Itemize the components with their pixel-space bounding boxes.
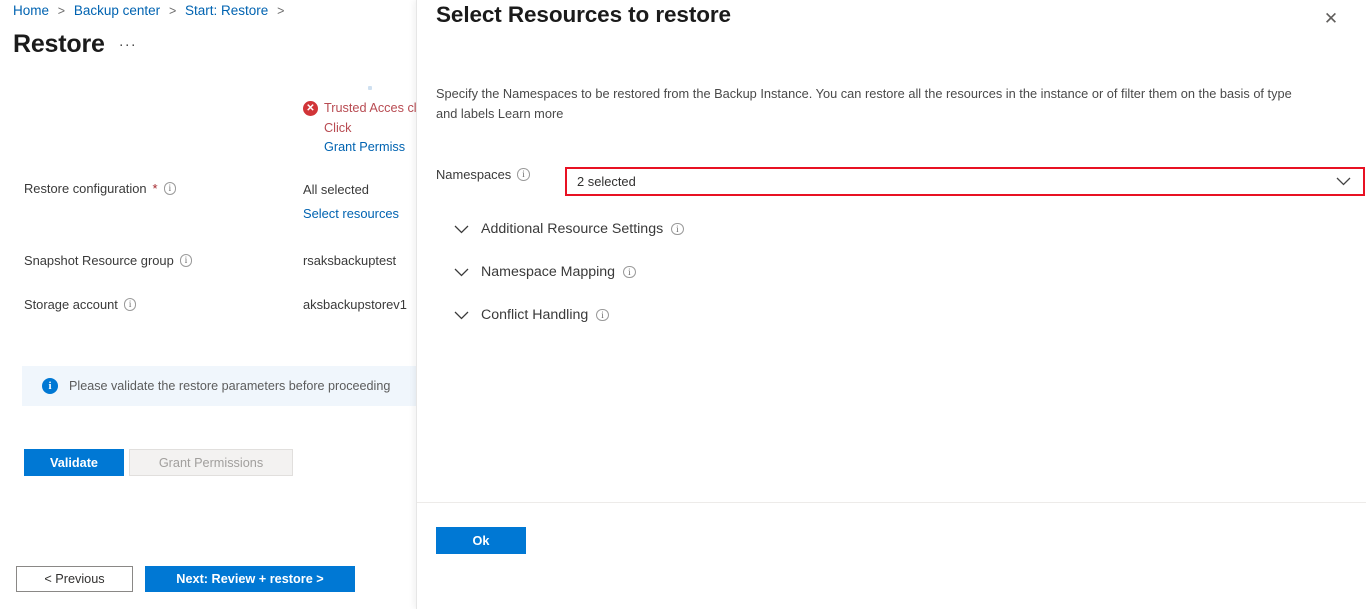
section-label: Conflict Handling i	[481, 307, 609, 323]
section-additional-resource-settings[interactable]: Additional Resource Settings i	[454, 221, 684, 237]
validate-info-banner: i Please validate the restore parameters…	[22, 366, 416, 406]
select-resources-panel: Select Resources to restore ✕ Specify th…	[416, 0, 1366, 609]
label-restore-configuration: Restore configuration * i	[24, 181, 177, 196]
value-snapshot-resource-group: rsaksbackuptest	[303, 253, 397, 268]
info-icon[interactable]: i	[671, 222, 684, 236]
validate-button[interactable]: Validate	[24, 449, 124, 476]
page-title: Restore	[13, 30, 105, 58]
section-conflict-handling[interactable]: Conflict Handling i	[454, 307, 609, 323]
breadcrumb-item-home[interactable]: Home	[13, 3, 49, 18]
panel-footer-divider	[417, 502, 1366, 503]
info-icon[interactable]: i	[596, 308, 609, 322]
info-circle-icon: i	[42, 378, 58, 394]
label-text: Storage account	[24, 297, 118, 312]
error-circle-icon: ✕	[303, 101, 318, 116]
breadcrumb-item-start-restore[interactable]: Start: Restore	[185, 3, 268, 18]
grant-permission-link[interactable]: Grant Permiss	[324, 138, 416, 158]
section-label: Additional Resource Settings i	[481, 221, 684, 237]
panel-title: Select Resources to restore	[436, 2, 731, 27]
error-line-1: Trusted Acces	[324, 101, 404, 115]
namespaces-label: Namespaces i	[436, 167, 530, 182]
breadcrumb-separator: >	[168, 4, 177, 18]
namespaces-row: Namespaces i 2 selected	[436, 167, 1365, 196]
section-label-text: Namespace Mapping	[481, 264, 616, 280]
close-icon[interactable]: ✕	[1320, 8, 1342, 30]
select-resources-link[interactable]: Select resources	[303, 206, 399, 221]
namespaces-dropdown[interactable]: 2 selected	[567, 169, 1363, 194]
label-snapshot-resource-group: Snapshot Resource group i	[24, 253, 193, 268]
previous-button[interactable]: < Previous	[16, 566, 133, 592]
info-icon[interactable]: i	[163, 182, 177, 195]
next-review-restore-button[interactable]: Next: Review + restore >	[145, 566, 355, 592]
info-banner-text: Please validate the restore parameters b…	[69, 379, 391, 393]
error-message: Trusted Acces cluster. Click Grant Permi…	[324, 99, 416, 158]
chevron-down-icon	[454, 311, 469, 320]
grant-permissions-button[interactable]: Grant Permissions	[129, 449, 293, 476]
namespaces-label-text: Namespaces	[436, 167, 512, 182]
select-resources-link-text[interactable]: Select resources	[303, 206, 399, 221]
info-icon[interactable]: i	[179, 254, 193, 267]
namespaces-selected-value: 2 selected	[577, 174, 636, 189]
required-asterisk: *	[152, 181, 158, 196]
breadcrumb: Home > Backup center > Start: Restore >	[13, 3, 289, 18]
value-restore-configuration: All selected	[303, 182, 369, 197]
page-title-row: Restore ···	[13, 30, 137, 59]
label-text: Snapshot Resource group	[24, 253, 174, 268]
breadcrumb-item-backup-center[interactable]: Backup center	[74, 3, 160, 18]
info-icon[interactable]: i	[623, 265, 636, 279]
restore-page-background: Home > Backup center > Start: Restore > …	[0, 0, 416, 609]
section-label-text: Additional Resource Settings	[481, 221, 664, 237]
section-label: Namespace Mapping i	[481, 264, 636, 280]
breadcrumb-separator: >	[57, 4, 66, 18]
value-storage-account: aksbackupstorev1	[303, 297, 407, 312]
info-icon[interactable]: i	[517, 168, 530, 181]
namespaces-highlight-box: 2 selected	[565, 167, 1365, 196]
chevron-down-icon	[454, 225, 469, 234]
decorative-mark	[368, 86, 372, 90]
section-label-text: Conflict Handling	[481, 307, 589, 323]
more-actions-button[interactable]: ···	[119, 36, 137, 59]
app-root: Home > Backup center > Start: Restore > …	[0, 0, 1366, 609]
chevron-down-icon	[454, 268, 469, 277]
label-storage-account: Storage account i	[24, 297, 137, 312]
info-icon[interactable]: i	[123, 298, 137, 311]
panel-description: Specify the Namespaces to be restored fr…	[436, 86, 1292, 121]
breadcrumb-separator-trailing: >	[277, 4, 285, 18]
label-text: Restore configuration	[24, 181, 147, 196]
ok-button[interactable]: Ok	[436, 527, 526, 554]
chevron-down-icon	[1336, 173, 1351, 191]
section-namespace-mapping[interactable]: Namespace Mapping i	[454, 264, 636, 280]
